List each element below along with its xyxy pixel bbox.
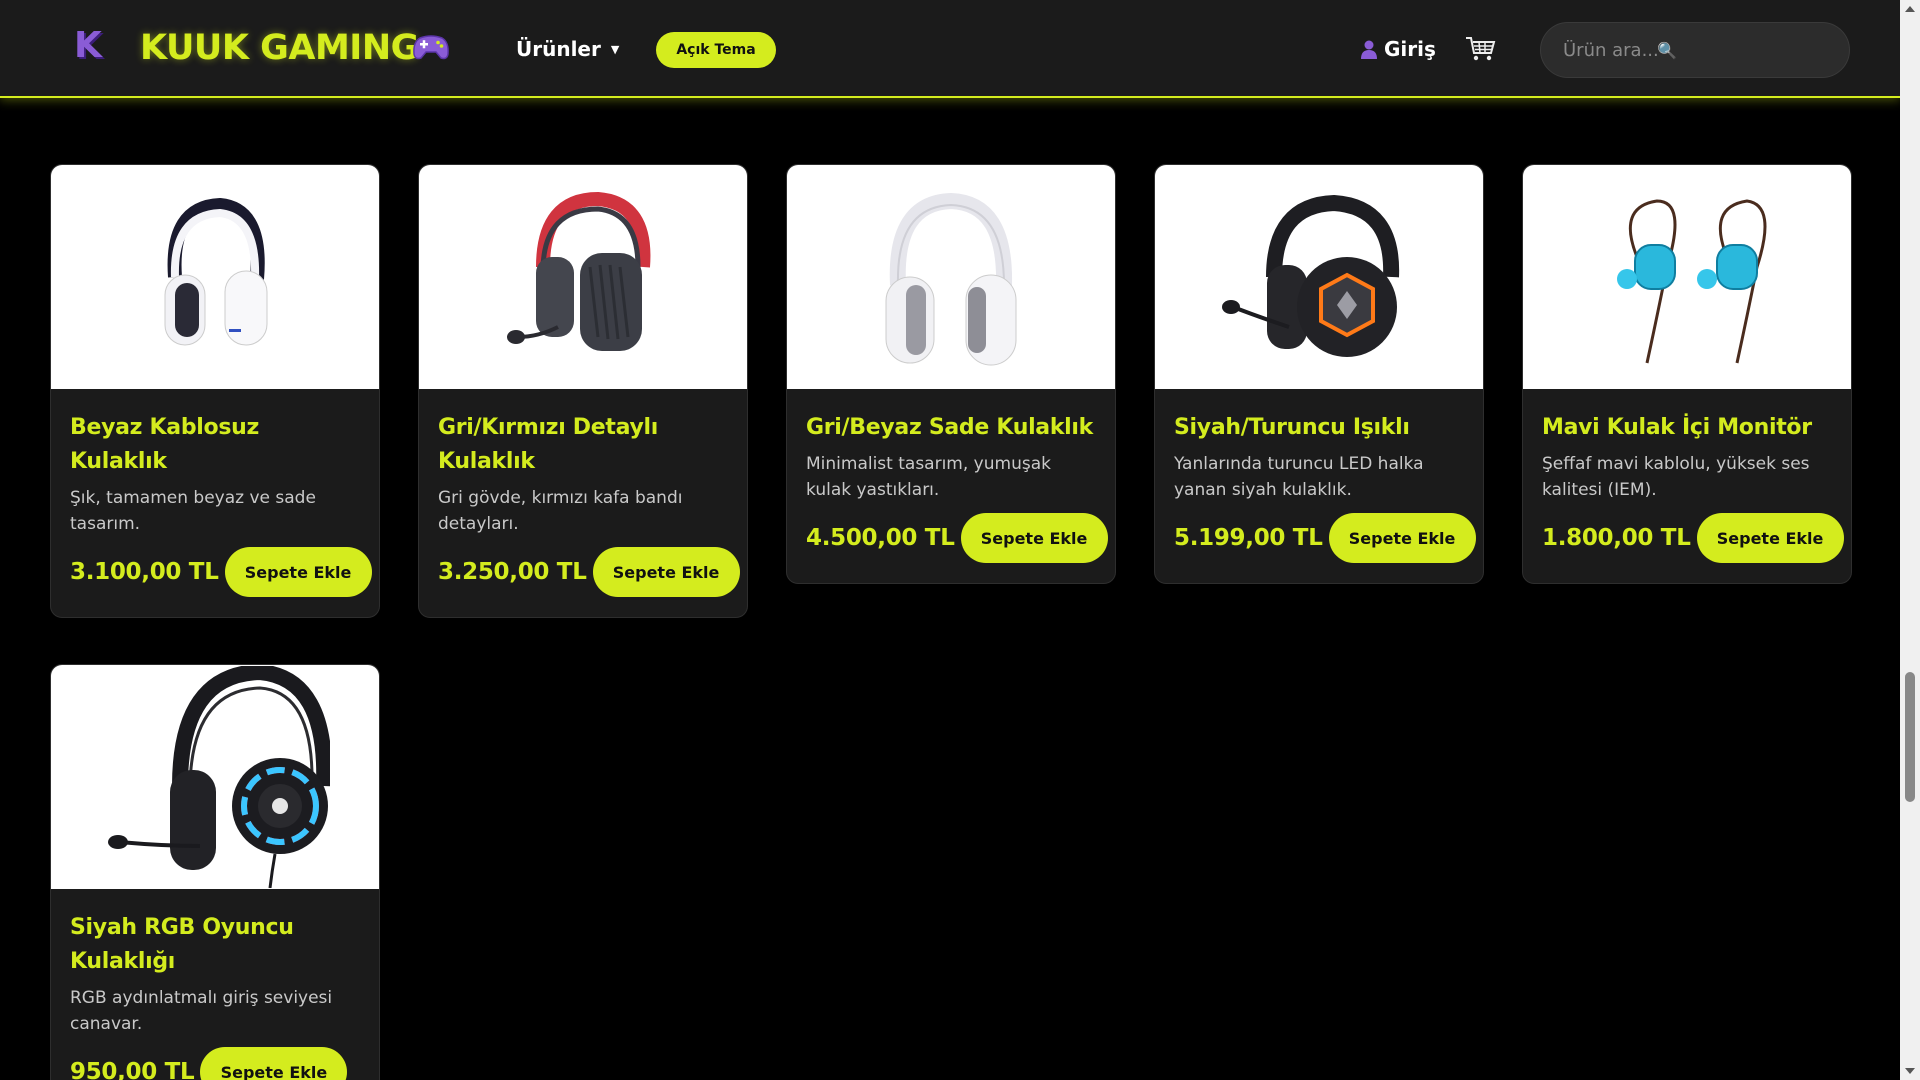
product-description: Gri gövde, kırmızı kafa bandı detayları. <box>438 488 683 534</box>
product-image[interactable] <box>419 165 747 389</box>
product-title[interactable]: Mavi Kulak İçi Monitör <box>1542 411 1832 445</box>
add-to-cart-button[interactable]: Sepete Ekle <box>592 547 740 597</box>
product-title[interactable]: Siyah/Turuncu Işıklı <box>1174 411 1464 445</box>
product-image[interactable] <box>1155 165 1483 389</box>
search-icon[interactable]: 🔍 <box>1657 41 1677 60</box>
grey-white-headset-icon <box>885 192 1017 365</box>
theme-toggle-button[interactable]: Açık Tema <box>656 32 776 68</box>
product-title[interactable]: Beyaz Kablosuz Kulaklık <box>70 411 360 479</box>
product-description: RGB aydınlatmalı giriş seviyesi canavar. <box>70 988 333 1034</box>
scroll-down-icon[interactable] <box>1905 1068 1915 1074</box>
white-headset-icon <box>164 197 268 346</box>
add-to-cart-button[interactable]: Sepete Ekle <box>960 513 1108 563</box>
products-menu-label: Ürünler <box>516 37 601 61</box>
grey-red-headset-icon <box>507 191 651 351</box>
product-price: 5.199,00 TL <box>1174 525 1323 551</box>
black-orange-headset-icon <box>1222 194 1400 357</box>
product-title[interactable]: Siyah RGB Oyuncu Kulaklığı <box>70 911 360 979</box>
product-title[interactable]: Gri/Kırmızı Detaylı Kulaklık <box>438 411 728 479</box>
product-card[interactable]: Gri/Kırmızı Detaylı Kulaklık Gri gövde, … <box>418 164 748 618</box>
product-description: Yanlarında turuncu LED halka yanan siyah… <box>1174 454 1424 500</box>
brand-title[interactable]: KUUK GAMING <box>140 24 419 72</box>
gamepad-icon <box>413 35 449 60</box>
products-menu[interactable]: Ürünler ▼ <box>516 34 619 64</box>
product-price: 1.800,00 TL <box>1542 525 1691 551</box>
product-image[interactable] <box>787 165 1115 389</box>
search-input[interactable] <box>1563 39 1803 61</box>
user-icon <box>1361 40 1377 59</box>
add-to-cart-button[interactable]: Sepete Ekle <box>200 1047 348 1080</box>
site-header: K KUUK GAMING Ürünler ▼ Açık Tema Giriş <box>0 0 1900 98</box>
search-box: 🔍 <box>1540 22 1850 78</box>
product-title[interactable]: Gri/Beyaz Sade Kulaklık <box>806 411 1096 445</box>
product-card[interactable]: Siyah RGB Oyuncu Kulaklığı RGB aydınlatm… <box>50 664 380 1080</box>
login-label: Giriş <box>1384 37 1436 61</box>
product-card[interactable]: Mavi Kulak İçi Monitör Şeffaf mavi kablo… <box>1522 164 1852 584</box>
product-card[interactable]: Beyaz Kablosuz Kulaklık Şık, tamamen bey… <box>50 164 380 618</box>
product-price: 3.100,00 TL <box>70 559 219 585</box>
add-to-cart-button[interactable]: Sepete Ekle <box>1696 513 1844 563</box>
add-to-cart-button[interactable]: Sepete Ekle <box>1328 513 1476 563</box>
product-card[interactable]: Siyah/Turuncu Işıklı Yanlarında turuncu … <box>1154 164 1484 584</box>
product-image[interactable] <box>1523 165 1851 389</box>
page-scrollbar[interactable] <box>1900 0 1920 1080</box>
login-link[interactable]: Giriş <box>1360 34 1436 64</box>
product-price: 4.500,00 TL <box>806 525 955 551</box>
add-to-cart-button[interactable]: Sepete Ekle <box>224 547 372 597</box>
blue-iem-icon <box>1617 199 1767 364</box>
product-description: Şık, tamamen beyaz ve sade tasarım. <box>70 488 316 534</box>
product-description: Şeffaf mavi kablolu, yüksek ses kalitesi… <box>1542 454 1810 500</box>
black-rgb-headset-icon <box>108 666 330 888</box>
scroll-up-icon[interactable] <box>1905 6 1915 12</box>
product-price: 3.250,00 TL <box>438 559 587 585</box>
site-logo[interactable]: K <box>74 26 106 66</box>
product-card[interactable]: Gri/Beyaz Sade Kulaklık Minimalist tasar… <box>786 164 1116 584</box>
product-image[interactable] <box>51 665 379 889</box>
product-image[interactable] <box>51 165 379 389</box>
scrollbar-thumb[interactable] <box>1905 672 1915 802</box>
cart-icon[interactable] <box>1464 34 1496 64</box>
product-price: 950,00 TL <box>70 1059 195 1080</box>
caret-down-icon: ▼ <box>610 43 620 56</box>
product-description: Minimalist tasarım, yumuşak kulak yastık… <box>806 454 1051 500</box>
